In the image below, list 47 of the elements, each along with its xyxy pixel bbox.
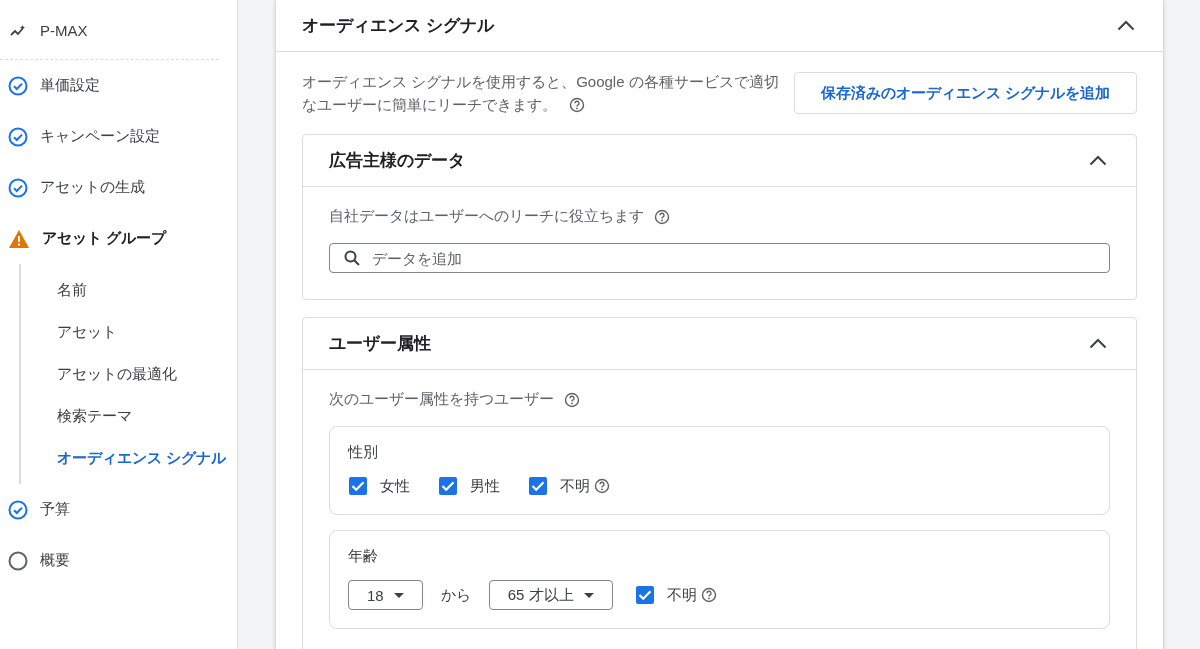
substep-item[interactable]: アセット — [21, 311, 117, 353]
group-label: 性別 — [348, 443, 379, 462]
option-label: 不明 — [560, 476, 590, 496]
search-icon — [344, 250, 360, 266]
substep-item[interactable]: アセットの最適化 — [21, 353, 177, 395]
substep-item[interactable]: オーディエンス シグナル — [21, 437, 227, 479]
description-text: オーディエンス シグナルを使用すると、Google の各種サービスで適切 — [302, 72, 779, 92]
collapse-icon[interactable] — [1089, 155, 1107, 166]
description-text: なユーザーに簡単にリーチできます。 — [302, 95, 557, 115]
section-hint: 自社データはユーザーへのリーチに役立ちます — [329, 207, 644, 226]
age-from-dropdown[interactable]: 18 — [348, 580, 423, 610]
age-to-dropdown[interactable]: 65 才以上 — [488, 580, 613, 610]
section-hint: 次のユーザー属性を持つユーザー — [329, 390, 554, 409]
help-icon[interactable] — [564, 391, 580, 408]
campaign-type-label: P-MAX — [40, 22, 88, 39]
step-label: アセット グループ — [42, 229, 167, 248]
collapse-icon[interactable] — [1117, 20, 1135, 31]
step-label: アセットの生成 — [40, 178, 145, 197]
panel-title: オーディエンス シグナル — [302, 15, 494, 37]
substep-item[interactable]: 名前 — [21, 269, 87, 311]
option-label: 男性 — [470, 476, 500, 496]
help-icon[interactable] — [594, 478, 610, 494]
add-saved-signal-button[interactable]: 保存済みのオーディエンス シグナルを追加 — [793, 72, 1137, 114]
checkbox[interactable] — [438, 476, 458, 496]
search-field[interactable]: データを追加 — [329, 243, 1110, 273]
step-label: 概要 — [40, 551, 70, 570]
checkbox[interactable] — [348, 476, 368, 496]
step-label: キャンペーン設定 — [40, 127, 160, 146]
collapse-icon[interactable] — [1089, 338, 1107, 349]
dropdown-caret-icon — [583, 592, 594, 598]
substep-item[interactable]: 検索テーマ — [21, 395, 132, 437]
step-label: 予算 — [40, 500, 70, 519]
group-label: 年齢 — [348, 547, 379, 566]
section-title: ユーザー属性 — [329, 333, 431, 355]
section-title: 広告主様のデータ — [329, 150, 465, 172]
checkbox[interactable] — [528, 476, 548, 496]
step-label: 単価設定 — [40, 76, 100, 95]
help-icon[interactable] — [700, 587, 717, 603]
dropdown-caret-icon — [393, 592, 404, 598]
option-label: 女性 — [380, 476, 410, 496]
option-label: 不明 — [666, 585, 697, 605]
checkbox[interactable] — [634, 585, 655, 605]
help-icon[interactable] — [654, 208, 670, 225]
search-input[interactable]: データを追加 — [370, 248, 1095, 268]
range-connector: から — [440, 585, 471, 605]
trend-sparkle-icon — [10, 24, 26, 37]
help-icon[interactable] — [569, 96, 585, 113]
